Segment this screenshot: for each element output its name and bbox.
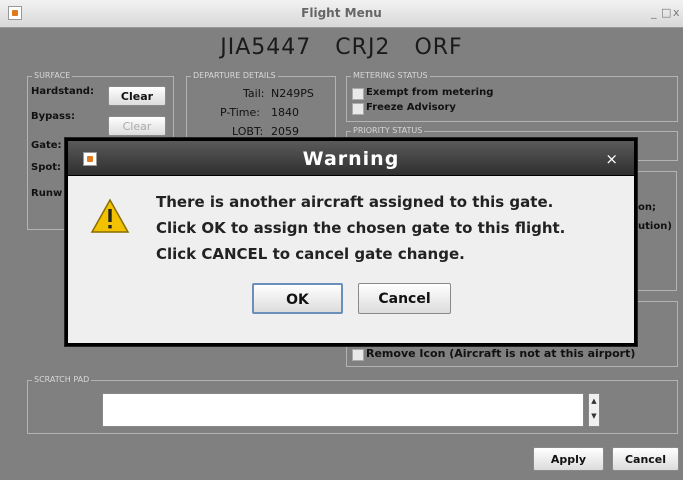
cancel-button[interactable]: Cancel: [612, 447, 679, 471]
hidden-text-line2: ution): [638, 221, 672, 232]
dialog-message-line2: Click OK to assign the chosen gate to th…: [156, 219, 566, 237]
title-bar[interactable]: Flight Menu _ □ x: [0, 0, 683, 28]
apply-button[interactable]: Apply: [533, 447, 604, 471]
priority-legend: PRIORITY STATUS: [351, 126, 425, 135]
dialog-ok-button[interactable]: OK: [252, 283, 343, 314]
exempt-metering-checkbox[interactable]: [352, 88, 364, 100]
freeze-advisory-checkbox[interactable]: [352, 103, 364, 115]
bypass-clear-button[interactable]: Clear: [108, 116, 166, 136]
remove-icon-label: Remove Icon (Aircraft is not at this air…: [366, 347, 636, 360]
spinner-down-icon[interactable]: ▼: [589, 409, 599, 424]
spinner-up-icon[interactable]: ▲: [589, 394, 599, 409]
dialog-title: Warning: [302, 148, 400, 170]
hardstand-label: Hardstand:: [31, 86, 94, 97]
metering-status-group: METERING STATUS: [346, 71, 678, 122]
dialog-message-line3: Click CANCEL to cancel gate change.: [156, 245, 465, 263]
dialog-title-bar[interactable]: Warning ×: [68, 141, 634, 175]
metering-legend: METERING STATUS: [351, 71, 430, 80]
surface-legend: SURFACE: [32, 71, 73, 80]
ptime-label: P-Time:: [220, 106, 260, 119]
dialog-message-line1: There is another aircraft assigned to th…: [156, 193, 554, 211]
gate-label: Gate:: [31, 140, 62, 151]
ptime-value: 1840: [271, 106, 299, 119]
departure-legend: DEPARTURE DETAILS: [191, 71, 278, 80]
tail-value: N249PS: [271, 87, 314, 100]
bypass-label: Bypass:: [31, 111, 75, 122]
dialog-cancel-button[interactable]: Cancel: [358, 283, 451, 314]
maximize-button[interactable]: □: [661, 6, 671, 19]
freeze-advisory-label: Freeze Advisory: [366, 102, 456, 113]
runway-label: Runw: [31, 188, 63, 199]
minimize-button[interactable]: _: [651, 6, 657, 19]
hardstand-clear-button[interactable]: Clear: [108, 86, 166, 106]
scratch-pad-input[interactable]: [102, 393, 584, 427]
aircraft-type: CRJ2: [335, 35, 391, 60]
window-title: Flight Menu: [301, 6, 382, 20]
remove-icon-checkbox[interactable]: [352, 349, 364, 361]
flight-header: JIA5447 CRJ2 ORF: [0, 35, 683, 60]
warning-dialog: Warning × There is another aircraft assi…: [64, 137, 638, 347]
dialog-body: There is another aircraft assigned to th…: [68, 176, 634, 343]
warning-icon: [90, 198, 130, 233]
callsign: JIA5447: [220, 35, 312, 60]
hidden-text-line1: on;: [638, 202, 656, 213]
tail-label: Tail:: [243, 87, 265, 100]
dialog-close-icon[interactable]: ×: [605, 150, 618, 168]
spot-label: Spot:: [31, 162, 62, 173]
close-button[interactable]: x: [673, 6, 680, 19]
scratch-legend: SCRATCH PAD: [32, 375, 92, 384]
airport-code: ORF: [414, 35, 463, 60]
exempt-metering-label: Exempt from metering: [366, 87, 494, 98]
scratch-pad-spinner[interactable]: ▲ ▼: [588, 393, 600, 427]
